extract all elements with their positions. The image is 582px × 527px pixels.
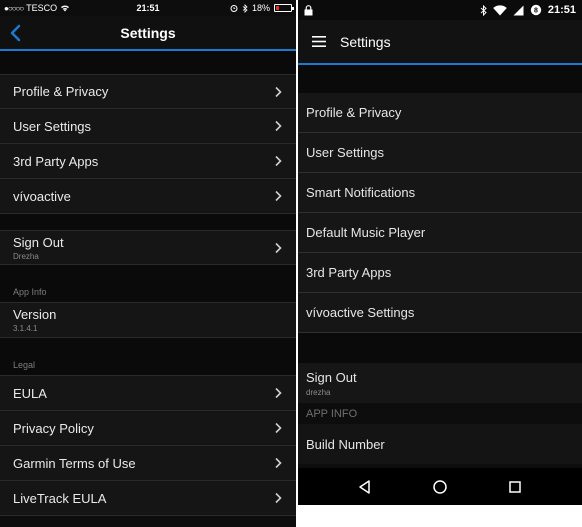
signed-in-username: drezha (306, 387, 331, 397)
lock-icon (304, 4, 313, 15)
chevron-right-icon (275, 492, 282, 504)
ios-settings-item-profile-privacy[interactable]: Profile & Privacy (0, 74, 296, 109)
android-sign-out-item[interactable]: Sign Out drezha (298, 363, 582, 403)
ios-screen: ●○○○○ TESCO 21:51 18% Settings Profile &… (0, 0, 296, 527)
chevron-right-icon (275, 242, 282, 253)
android-settings-item-3rd-party-apps[interactable]: 3rd Party Apps (298, 253, 582, 293)
svg-text:8: 8 (534, 8, 538, 15)
ios-status-bar: ●○○○○ TESCO 21:51 18% (0, 0, 296, 16)
wifi-icon (493, 4, 507, 15)
version-value: 3.1.4.1 (13, 324, 38, 333)
chevron-right-icon (275, 387, 282, 399)
hamburger-menu-icon[interactable] (312, 36, 326, 47)
android-settings-item-smart-notifications[interactable]: Smart Notifications (298, 173, 582, 213)
page-title: Settings (340, 33, 391, 50)
ios-settings-item-3rd-party-apps[interactable]: 3rd Party Apps (0, 144, 296, 179)
section-header-app-info: App Info (0, 265, 296, 303)
bluetooth-icon (480, 4, 487, 16)
page-title: Settings (120, 24, 176, 41)
chevron-right-icon (275, 190, 282, 202)
android-settings-item-user-settings[interactable]: User Settings (298, 133, 582, 173)
cell-signal-icon (513, 5, 524, 15)
ios-settings-item-vivoactive[interactable]: vívoactive (0, 179, 296, 214)
ios-legal-item-garmin-terms[interactable]: Garmin Terms of Use (0, 446, 296, 481)
android-status-time: 21:51 (547, 4, 576, 16)
android-settings-item-default-music-player[interactable]: Default Music Player (298, 213, 582, 253)
android-app-bar: Settings (298, 20, 582, 65)
android-device: 8 21:51 Settings Profile & Privacy User … (298, 0, 582, 527)
signed-in-username: Drezha (13, 251, 39, 261)
chevron-right-icon (275, 120, 282, 132)
ios-legal-item-livetrack-eula[interactable]: LiveTrack EULA (0, 481, 296, 516)
ios-version-item: Version 3.1.4.1 (0, 303, 296, 338)
section-header-legal: Legal (0, 338, 296, 376)
home-circle-icon[interactable] (432, 479, 448, 495)
android-status-bar: 8 21:51 (298, 0, 582, 20)
chevron-right-icon (275, 457, 282, 469)
chevron-right-icon (275, 86, 282, 97)
ios-nav-bar: Settings (0, 16, 296, 51)
android-build-number-item: Build Number (298, 424, 582, 464)
chevron-right-icon (275, 155, 282, 167)
ios-status-time: 21:51 (136, 3, 160, 13)
back-triangle-icon[interactable] (357, 479, 373, 495)
recents-square-icon[interactable] (507, 479, 523, 495)
battery-saver-icon: 8 (530, 4, 542, 16)
android-settings-item-profile-privacy[interactable]: Profile & Privacy (298, 93, 582, 133)
battery-fill (276, 6, 279, 10)
chevron-right-icon (275, 422, 282, 434)
ios-legal-item-eula[interactable]: EULA (0, 376, 296, 411)
android-settings-item-vivoactive-settings[interactable]: vívoactive Settings (298, 293, 582, 333)
back-chevron-icon[interactable] (6, 23, 26, 43)
android-screen: 8 21:51 Settings Profile & Privacy User … (298, 0, 582, 468)
ios-legal-item-privacy-policy[interactable]: Privacy Policy (0, 411, 296, 446)
ios-sign-out-item[interactable]: Sign Out Drezha (0, 230, 296, 265)
android-nav-bar (298, 468, 582, 505)
ios-settings-item-user-settings[interactable]: User Settings (0, 109, 296, 144)
section-header-app-info: APP INFO (298, 403, 582, 424)
battery-icon (274, 4, 294, 12)
